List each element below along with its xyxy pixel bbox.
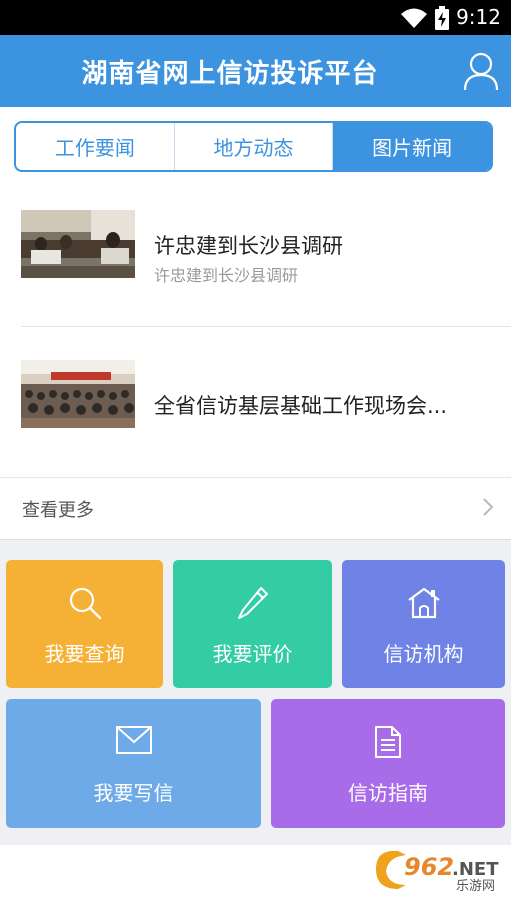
app-title: 湖南省网上信访投诉平台	[81, 59, 379, 89]
search-icon	[69, 587, 101, 620]
evaluate-label: 我要评价	[212, 642, 293, 666]
tab-photo-news[interactable]: 图片新闻	[332, 123, 491, 170]
query-tile[interactable]: 我要查询	[6, 560, 163, 688]
function-grid: 我要查询 我要评价 信访机构 我要写信 信访指南	[0, 539, 511, 845]
svg-text:962: 962	[404, 853, 454, 881]
guide-label: 信访指南	[348, 781, 428, 805]
mail-icon	[115, 726, 152, 754]
news-item[interactable]: 全省信访基层基础工作现场会...	[0, 327, 511, 477]
news-tabs: 工作要闻 地方动态 图片新闻	[14, 121, 493, 172]
agency-tile[interactable]: 信访机构	[342, 560, 505, 688]
house-icon	[407, 587, 440, 619]
site-watermark-logo: 962 .NET 乐游网	[372, 845, 511, 894]
agency-label: 信访机构	[383, 642, 464, 666]
clock: 9:12	[456, 5, 501, 29]
svg-text:乐游网: 乐游网	[456, 879, 495, 893]
svg-text:.NET: .NET	[452, 859, 499, 880]
battery-icon	[435, 6, 449, 30]
user-icon[interactable]	[463, 51, 499, 91]
write-letter-label: 我要写信	[93, 781, 174, 805]
evaluate-tile[interactable]: 我要评价	[173, 560, 332, 688]
view-more-row[interactable]: 查看更多	[0, 477, 511, 539]
app-header: 湖南省网上信访投诉平台	[0, 35, 511, 107]
query-label: 我要查询	[44, 642, 125, 666]
news-title: 许忠建到长沙县调研	[154, 234, 343, 258]
news-thumbnail	[21, 210, 135, 278]
news-subtitle: 许忠建到长沙县调研	[154, 266, 299, 285]
document-icon	[375, 726, 401, 758]
news-item[interactable]: 许忠建到长沙县调研 许忠建到长沙县调研	[0, 176, 511, 326]
wifi-icon	[401, 8, 427, 28]
tab-local-news[interactable]: 地方动态	[173, 123, 333, 170]
status-bar: 9:12	[0, 0, 511, 35]
view-more-label: 查看更多	[22, 500, 94, 521]
pencil-icon	[237, 587, 268, 619]
guide-tile[interactable]: 信访指南	[271, 699, 505, 828]
chevron-right-icon	[483, 498, 493, 516]
tab-work-news[interactable]: 工作要闻	[16, 123, 174, 170]
write-letter-tile[interactable]: 我要写信	[6, 699, 261, 828]
news-thumbnail	[21, 360, 135, 428]
news-title: 全省信访基层基础工作现场会...	[154, 394, 448, 418]
